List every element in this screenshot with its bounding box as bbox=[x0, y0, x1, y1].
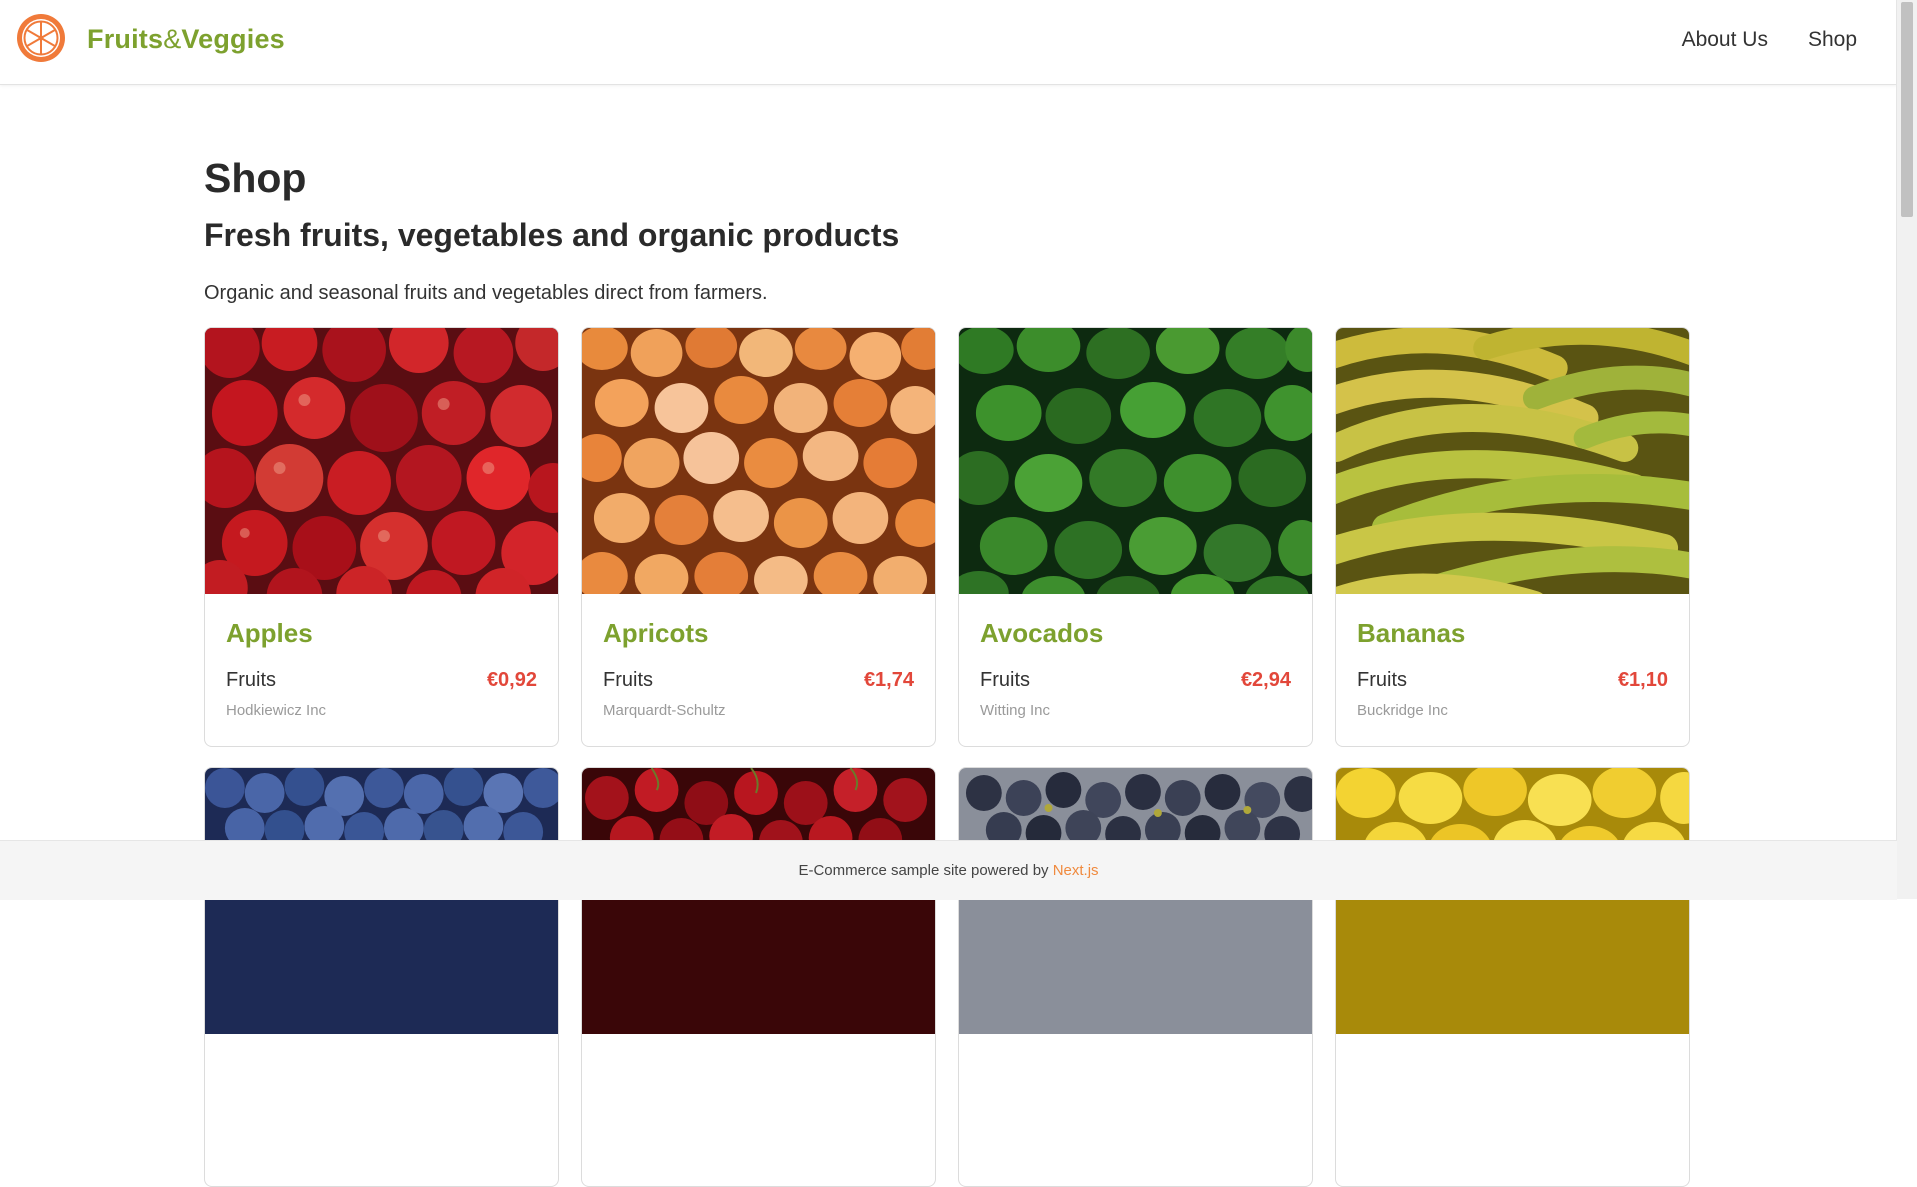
product-name[interactable]: Apples bbox=[226, 618, 537, 649]
shop-header-section: Shop Fresh fruits, vegetables and organi… bbox=[204, 148, 1690, 308]
product-card-apples[interactable]: Apples Fruits €0,92 Hodkiewicz Inc bbox=[204, 327, 559, 747]
main-nav: About Us Shop bbox=[1682, 28, 1857, 52]
product-category: Fruits bbox=[980, 669, 1030, 691]
brand-part-veggies: Veggies bbox=[181, 24, 285, 54]
nav-link-about-us[interactable]: About Us bbox=[1682, 28, 1768, 52]
product-category: Fruits bbox=[1357, 669, 1407, 691]
footer-nextjs-link[interactable]: Next.js bbox=[1053, 862, 1099, 879]
page-subtitle: Fresh fruits, vegetables and organic pro… bbox=[204, 217, 900, 253]
product-image-apples bbox=[205, 328, 558, 594]
product-card-cherries[interactable] bbox=[581, 767, 936, 1187]
product-grid: Apples Fruits €0,92 Hodkiewicz Inc Apric… bbox=[204, 327, 1690, 1187]
product-price: €1,74 bbox=[863, 669, 914, 691]
product-image-cherries bbox=[582, 768, 935, 1034]
product-name[interactable]: Avocados bbox=[980, 618, 1291, 649]
product-card-blueberries[interactable] bbox=[204, 767, 559, 1187]
orange-slice-icon[interactable] bbox=[15, 12, 67, 64]
nav-link-shop[interactable]: Shop bbox=[1808, 28, 1857, 52]
product-image-blueberries bbox=[205, 768, 558, 1034]
brand-name[interactable]: Fruits&Veggies bbox=[87, 24, 285, 55]
page-description: Organic and seasonal fruits and vegetabl… bbox=[204, 282, 768, 304]
product-vendor: Witting Inc bbox=[980, 702, 1051, 719]
vertical-scrollbar[interactable] bbox=[1896, 0, 1917, 899]
footer-text: E-Commerce sample site powered by bbox=[798, 862, 1053, 879]
product-vendor: Buckridge Inc bbox=[1357, 702, 1448, 719]
product-name[interactable]: Bananas bbox=[1357, 618, 1668, 649]
product-card-bananas[interactable]: Bananas Fruits €1,10 Buckridge Inc bbox=[1335, 327, 1690, 747]
top-navbar: Fruits&Veggies About Us Shop bbox=[0, 0, 1897, 85]
product-card-grapes[interactable] bbox=[958, 767, 1313, 1187]
product-image-bananas bbox=[1336, 328, 1689, 594]
product-category: Fruits bbox=[603, 669, 653, 691]
product-image-avocados bbox=[959, 328, 1312, 594]
brand-part-fruits: Fruits bbox=[87, 24, 164, 54]
product-name[interactable]: Apricots bbox=[603, 618, 914, 649]
product-image-apricots bbox=[582, 328, 935, 594]
product-card-apricots[interactable]: Apricots Fruits €1,74 Marquardt-Schultz bbox=[581, 327, 936, 747]
product-card-avocados[interactable]: Avocados Fruits €2,94 Witting Inc bbox=[958, 327, 1313, 747]
page-title: Shop bbox=[204, 155, 307, 201]
product-category: Fruits bbox=[226, 669, 276, 691]
product-vendor: Hodkiewicz Inc bbox=[226, 702, 327, 719]
product-image-lemons bbox=[1336, 768, 1689, 1034]
site-footer: E-Commerce sample site powered by Next.j… bbox=[0, 840, 1897, 900]
product-price: €0,92 bbox=[486, 669, 537, 691]
brand-ampersand: & bbox=[163, 24, 182, 54]
product-vendor: Marquardt-Schultz bbox=[603, 702, 726, 719]
product-price: €1,10 bbox=[1617, 669, 1668, 691]
scrollbar-thumb[interactable] bbox=[1901, 2, 1913, 217]
product-image-grapes bbox=[959, 768, 1312, 1034]
product-card-lemons[interactable] bbox=[1335, 767, 1690, 1187]
product-price: €2,94 bbox=[1240, 669, 1291, 691]
